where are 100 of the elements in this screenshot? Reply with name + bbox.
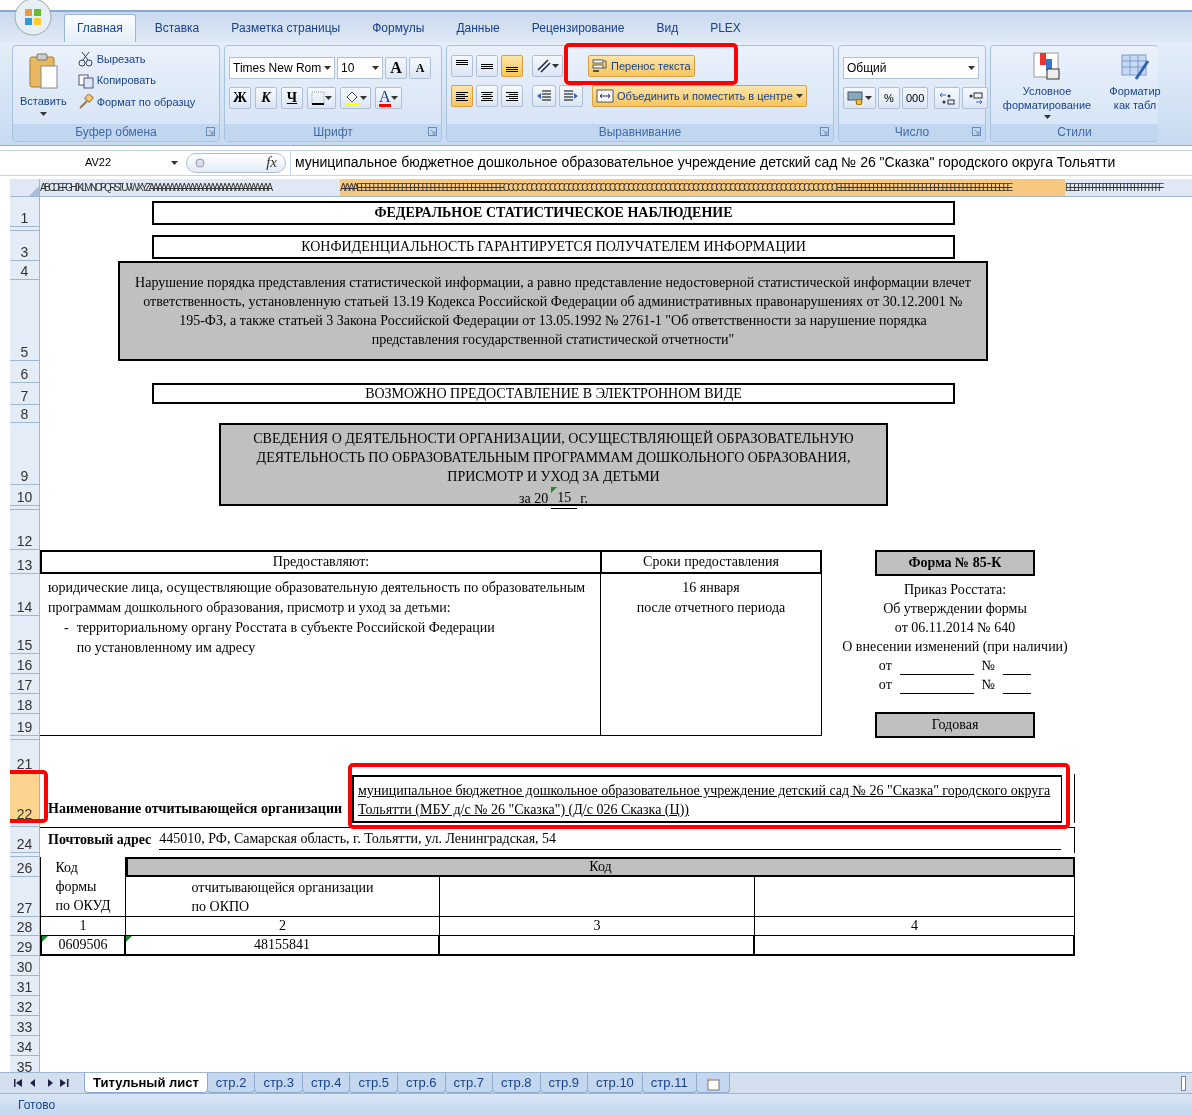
ribbon-tab[interactable]: Разметка страницы	[218, 13, 354, 42]
ribbon-tab[interactable]: Данные	[443, 13, 513, 42]
ribbon-tab[interactable]: Главная	[64, 13, 136, 42]
row-header[interactable]: 15	[10, 615, 40, 654]
row-header[interactable]: 9	[10, 422, 40, 485]
name-box[interactable]: AV22	[10, 150, 186, 175]
grid-icon	[311, 90, 325, 105]
order-text: Об утверждении формы	[883, 599, 1027, 618]
sheet-tab[interactable]: стр.8	[492, 1073, 541, 1094]
align-button[interactable]	[451, 55, 473, 78]
ribbon-tab[interactable]: Вставка	[141, 13, 213, 42]
row-header[interactable]: 19	[10, 713, 40, 736]
paste-button[interactable]: Вставить	[17, 48, 70, 121]
sheet-tab[interactable]: стр.11	[641, 1073, 697, 1094]
sheet-tab[interactable]: стр.3	[254, 1073, 303, 1094]
italic-button[interactable]: К	[255, 86, 277, 109]
sheet-tab[interactable]: стр.4	[301, 1073, 351, 1094]
row-header[interactable]: 31	[10, 975, 40, 996]
table-header: Сроки предоставления	[601, 549, 822, 574]
align-button[interactable]	[476, 55, 498, 78]
format-table-button[interactable]: Форматир как табл	[1103, 48, 1167, 121]
row-header[interactable]: 24	[10, 826, 40, 853]
toolbar-button[interactable]: Вырезать	[73, 48, 200, 70]
caret-icon	[372, 65, 379, 70]
caret-icon	[171, 160, 178, 165]
row-header[interactable]: 32	[10, 995, 40, 1016]
deadline-text: после отчетного периода	[636, 598, 786, 617]
sheet-tab[interactable]: стр.6	[396, 1073, 446, 1094]
address-field[interactable]: 445010, РФ, Самарская область, г. Тольятти, ул. Ленинградская, 54	[159, 827, 1061, 850]
table-cell: 3	[440, 916, 755, 936]
fill-color-button[interactable]	[340, 86, 371, 109]
currency-button[interactable]	[843, 86, 876, 109]
percent-button[interactable]: %	[878, 86, 900, 109]
formula-field[interactable]: муниципальное бюджетное дошкольное образовательное учреждение детский сад № 26 "Сказка" городского округа Тольятти	[290, 150, 1116, 175]
sheet-tab[interactable]: стр.5	[349, 1073, 398, 1094]
row-header[interactable]: 1	[10, 196, 40, 227]
number-format-field[interactable]: Общий	[843, 56, 979, 79]
ribbon-tab[interactable]: PLEX	[697, 13, 754, 42]
indent-button[interactable]	[532, 85, 556, 108]
merge-center-button[interactable]: Объединить и поместить в центре	[592, 85, 807, 108]
submitters-item: территориальному органу Росстата в субъекте Российской Федерации по установленному им адресу	[76, 618, 496, 657]
toolbar-button[interactable]: Формат по образцу	[73, 91, 200, 113]
year-field[interactable]: 15	[551, 486, 578, 509]
row-header[interactable]: 34	[10, 1035, 40, 1056]
row-header[interactable]: 14	[10, 573, 40, 616]
toolbar-button[interactable]: Копировать	[73, 70, 200, 91]
align-button[interactable]	[451, 85, 473, 108]
borders-button[interactable]	[307, 86, 336, 109]
period-label: Годовая	[875, 711, 1035, 738]
align-button[interactable]	[501, 55, 523, 78]
ribbon-tab[interactable]: Вид	[643, 13, 692, 42]
conditional-format-button[interactable]: Условное форматирование	[995, 48, 1099, 121]
row-header[interactable]: 12	[10, 509, 40, 550]
group-label: Выравнивание	[598, 124, 682, 139]
scrollbar-handle[interactable]	[1181, 1075, 1186, 1091]
wrap-text-button[interactable]: Перенос текста	[588, 54, 695, 77]
ribbon-tab[interactable]: Формулы	[359, 13, 438, 42]
row-header[interactable]: 33	[10, 1015, 40, 1036]
organization-field[interactable]: муниципальное бюджетное дошкольное образовательное учреждение детский сад № 26 "Сказка" городского округа Тольятти (МБУ д/с № 26 "Сказка") (Д/с 026 Сказка (Ц))	[352, 774, 1062, 823]
row-header[interactable]: 5	[10, 279, 40, 361]
shrink-font-button[interactable]: A	[409, 56, 431, 79]
sheet-tab[interactable]: стр.2	[206, 1073, 256, 1094]
bold-button[interactable]: Ж	[229, 86, 251, 109]
table-header: отчитывающейся организации по ОКПО	[126, 876, 440, 917]
grow-font-button[interactable]: A	[385, 56, 407, 79]
align-button[interactable]	[476, 85, 498, 108]
office-button-icon[interactable]	[14, 0, 52, 36]
thousands-button[interactable]: 000	[902, 86, 929, 109]
orientation-button[interactable]	[532, 55, 563, 78]
font-name-field[interactable]: Times New Rom	[229, 56, 335, 79]
row-header[interactable]: 10	[10, 484, 40, 506]
ribbon-tab[interactable]: Рецензирование	[518, 13, 638, 42]
font-size-field[interactable]: 10	[337, 56, 383, 79]
underline-button[interactable]: Ч	[281, 86, 303, 109]
deadline-text: 16 января	[682, 578, 740, 597]
row-header[interactable]: 6	[10, 360, 40, 383]
row-header[interactable]: 7	[10, 382, 40, 405]
indent-button[interactable]	[559, 85, 583, 108]
decimal-button[interactable]	[934, 86, 961, 109]
row-header[interactable]: 3	[10, 230, 40, 261]
sheet-tab[interactable]: стр.10	[587, 1073, 643, 1094]
row-header[interactable]: 29	[10, 935, 40, 956]
group-label: Шрифт	[313, 124, 353, 139]
sheet-tab[interactable]: стр.9	[539, 1073, 589, 1094]
sheet-tab[interactable]: стр.7	[444, 1073, 494, 1094]
decimal-button[interactable]	[962, 86, 989, 109]
caret-icon	[390, 95, 398, 100]
fx-button[interactable]: fx	[266, 151, 277, 174]
row-header[interactable]: 26	[10, 856, 40, 877]
row-header[interactable]: 13	[10, 549, 40, 574]
row-header[interactable]: 30	[10, 955, 40, 976]
row-header[interactable]: 16	[10, 653, 40, 674]
align-button[interactable]	[501, 85, 523, 108]
row-header[interactable]: 17	[10, 673, 40, 694]
sheet-tab[interactable]: Титульный лист	[84, 1073, 208, 1094]
font-color-button[interactable]: A	[375, 86, 402, 109]
row-header[interactable]: 27	[10, 876, 40, 917]
column-header: EEEFFFFFFFFFFFFFFFFFFFFFFFF	[1065, 180, 1163, 195]
row-header[interactable]: 18	[10, 693, 40, 714]
table-header: Код формы по ОКУД	[40, 856, 126, 917]
